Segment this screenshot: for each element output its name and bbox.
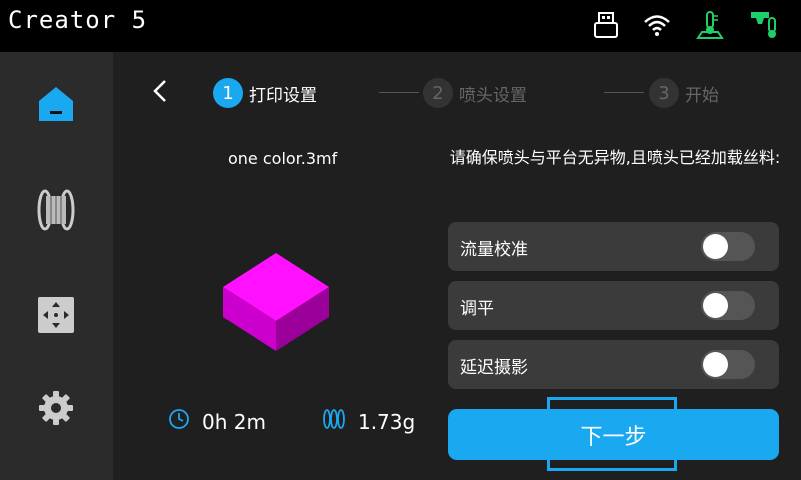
back-button[interactable]	[149, 78, 173, 104]
step-2-label: 喷头设置	[459, 85, 527, 106]
settings-gear-icon	[37, 389, 75, 431]
leveling-toggle[interactable]	[701, 291, 755, 320]
toggle-knob	[703, 293, 728, 318]
instruction-text: 请确保喷头与平台无异物,且喷头已经加载丝料:	[449, 148, 781, 167]
usb-icon	[593, 11, 619, 39]
step-divider	[604, 92, 644, 93]
model-preview	[221, 247, 331, 355]
filament-weight: 1.73g	[357, 409, 416, 434]
print-stats: 0h 2m 1.73g	[168, 408, 471, 435]
timelapse-toggle[interactable]	[701, 350, 755, 379]
sidebar-item-filament[interactable]	[26, 182, 86, 242]
top-status-bar: Creator 5	[0, 0, 801, 52]
print-time: 0h 2m	[202, 409, 266, 434]
sidebar-item-settings[interactable]	[26, 380, 86, 440]
nozzle-temperature-icon	[749, 10, 779, 40]
filament-spool-icon	[36, 188, 76, 236]
step-1: 1 打印设置	[213, 78, 317, 108]
option-flow-calibration: 流量校准	[448, 222, 779, 271]
step-3-number: 3	[649, 78, 679, 108]
wifi-icon	[643, 13, 671, 37]
status-icons	[593, 10, 779, 40]
step-divider	[379, 92, 419, 93]
app-title: Creator 5	[8, 6, 148, 34]
home-icon	[36, 84, 76, 128]
option-label: 延迟摄影	[460, 358, 528, 378]
option-label: 调平	[460, 299, 494, 319]
step-indicator: 1 打印设置 2 喷头设置 3 开始	[213, 78, 793, 108]
filament-icon	[322, 408, 346, 435]
chevron-left-icon	[149, 80, 173, 108]
step-1-label: 打印设置	[249, 85, 317, 106]
flow-calibration-toggle[interactable]	[701, 232, 755, 261]
next-step-button[interactable]: 下一步	[448, 409, 779, 460]
file-name: one color.3mf	[228, 149, 338, 168]
sidebar-item-home[interactable]	[26, 76, 86, 136]
main-panel: 1 打印设置 2 喷头设置 3 开始 one color.3mf 0h 2m 1…	[113, 52, 801, 480]
step-3: 3 开始	[649, 78, 719, 108]
step-1-number: 1	[213, 78, 243, 108]
step-2: 2 喷头设置	[423, 78, 527, 108]
option-leveling: 调平	[448, 281, 779, 330]
toggle-knob	[703, 234, 728, 259]
bed-temperature-icon	[695, 10, 725, 40]
step-2-number: 2	[423, 78, 453, 108]
sidebar	[0, 52, 113, 480]
clock-icon	[168, 408, 190, 435]
option-label: 流量校准	[460, 240, 528, 260]
step-3-label: 开始	[685, 85, 719, 106]
toggle-knob	[703, 352, 728, 377]
sidebar-item-move[interactable]	[26, 287, 86, 347]
option-timelapse: 延迟摄影	[448, 340, 779, 389]
move-control-icon	[37, 296, 75, 338]
